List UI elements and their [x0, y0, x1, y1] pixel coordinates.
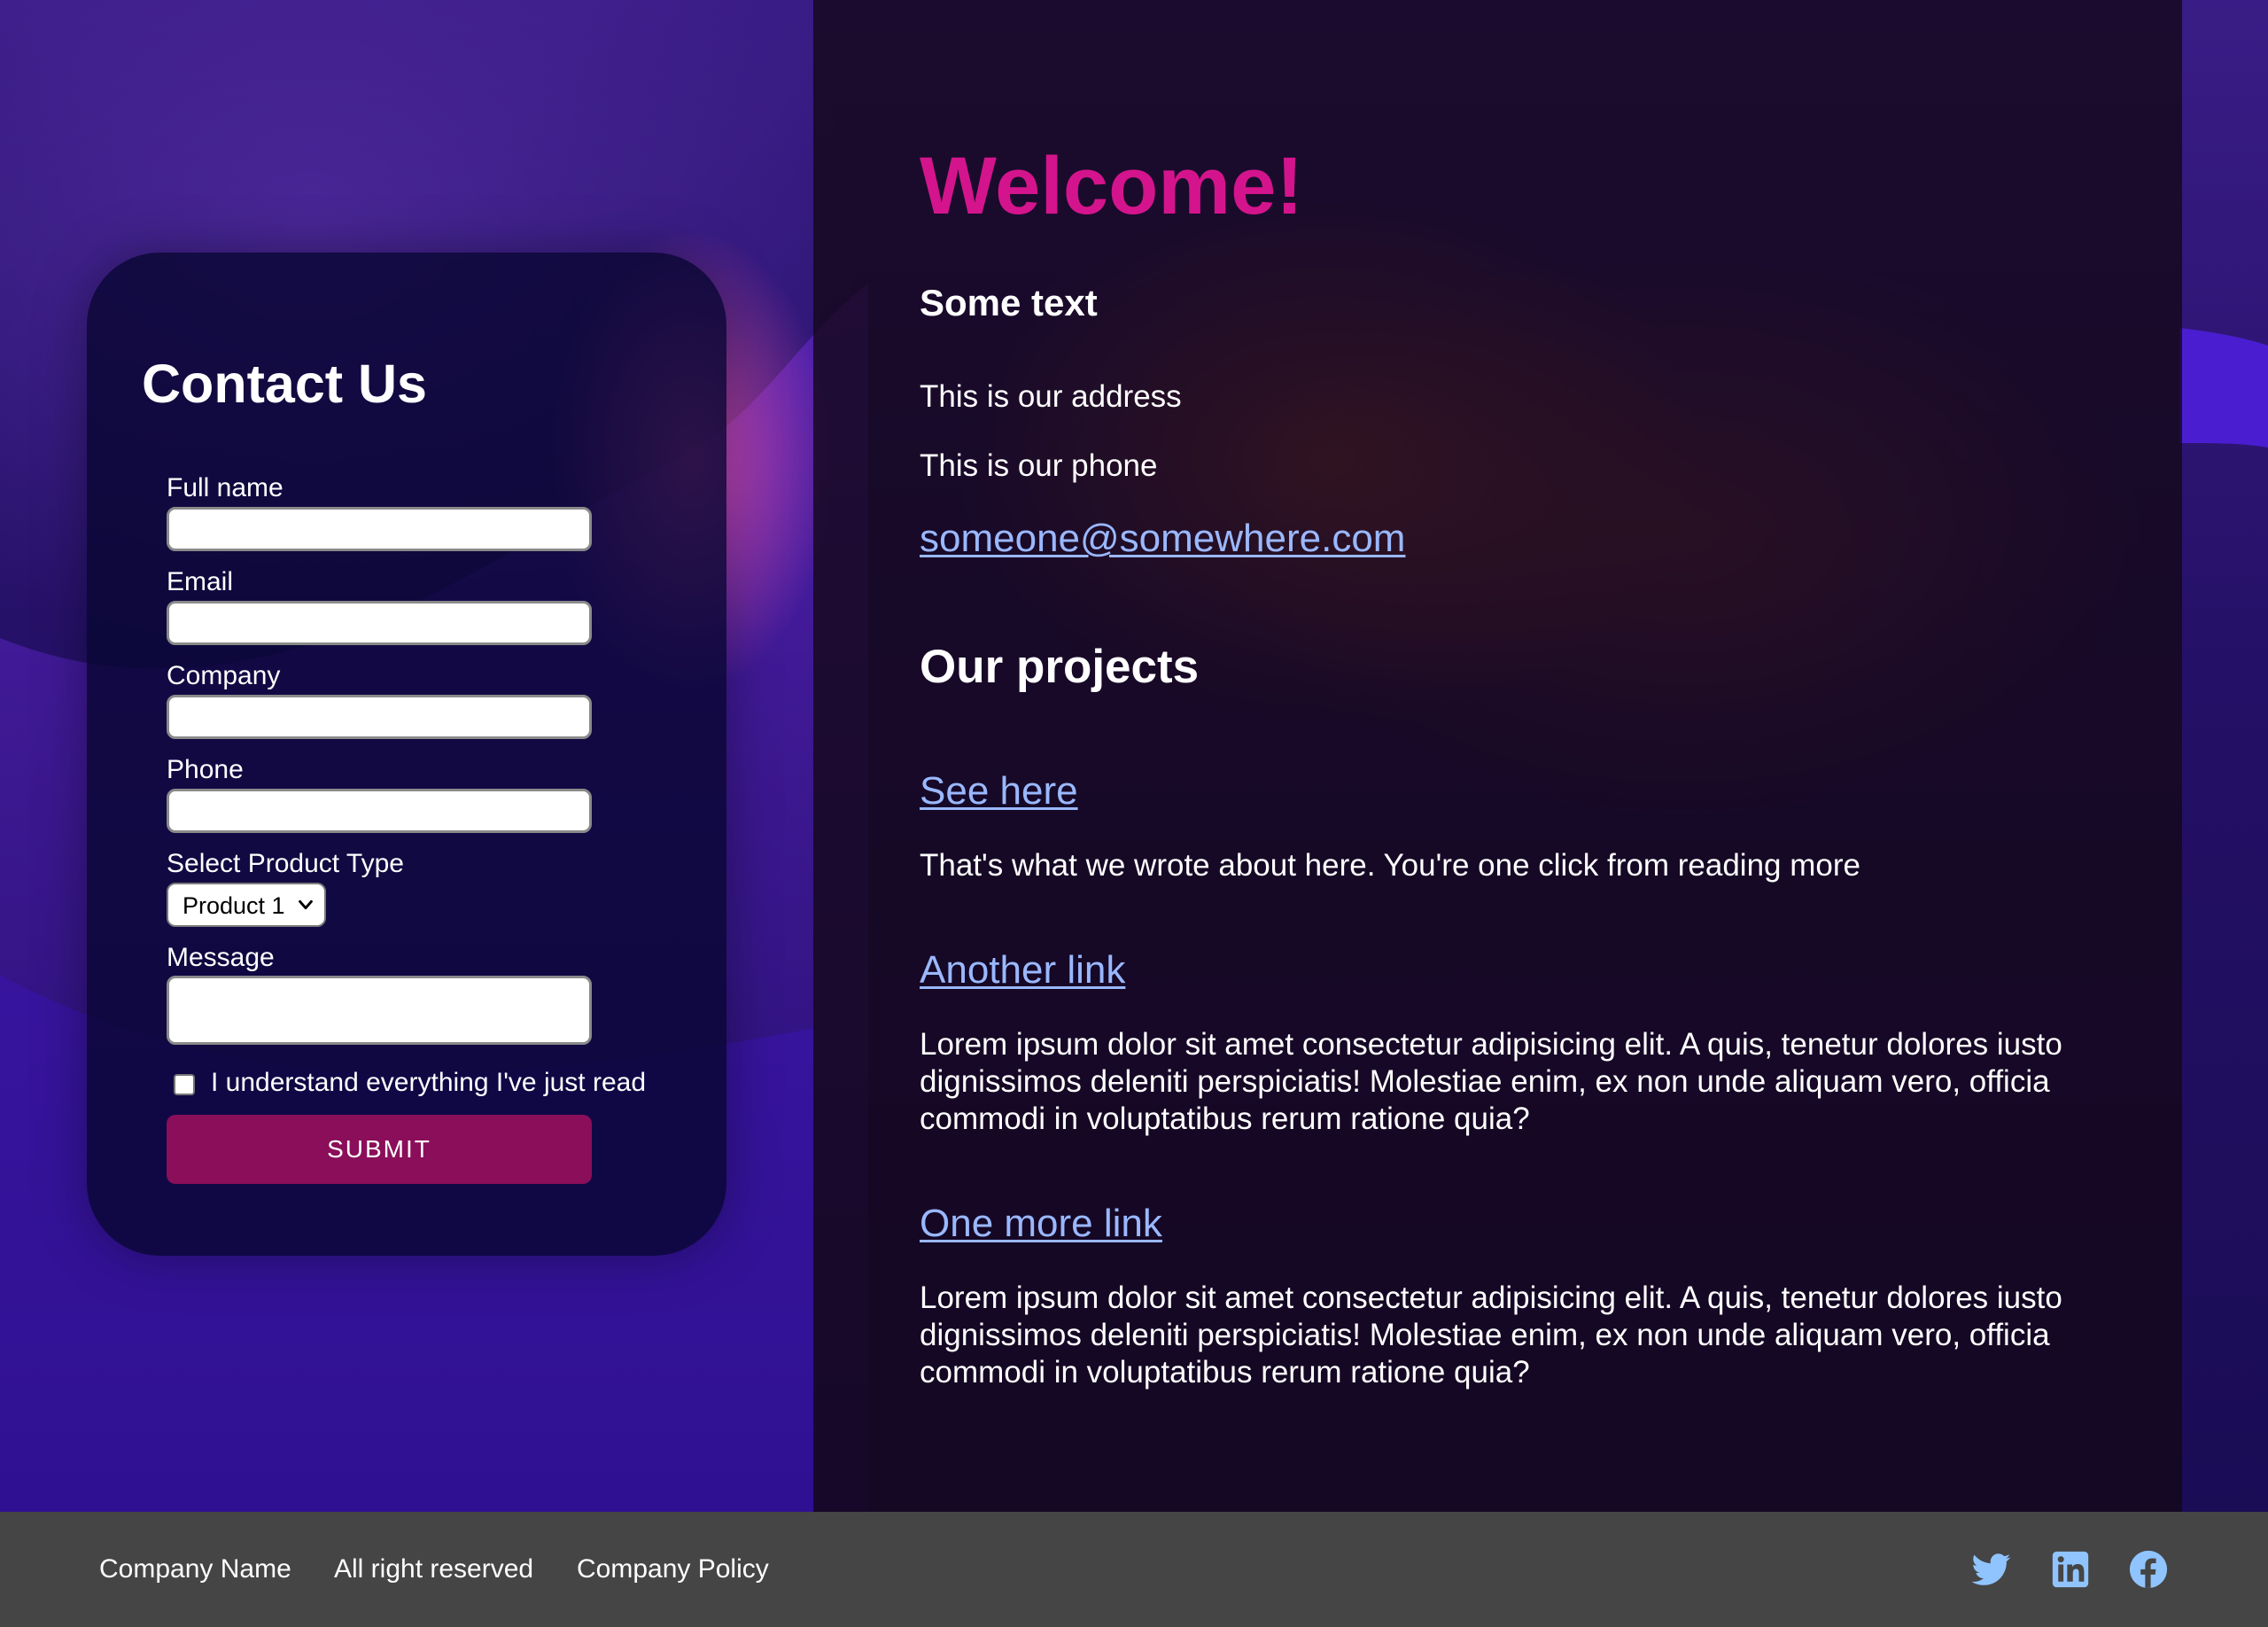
footer-rights[interactable]: All right reserved	[334, 1554, 533, 1584]
email-label: Email	[167, 567, 234, 596]
product-type-label: Select Product Type	[167, 849, 404, 878]
agreement-checkbox-label: I understand everything I've just read	[211, 1068, 647, 1097]
project-description: Lorem ipsum dolor sit amet consectetur a…	[920, 1281, 2062, 1390]
submit-button[interactable]: SUBMIT	[167, 1115, 592, 1184]
twitter-icon[interactable]	[1972, 1550, 2011, 1589]
footer: Company Name All right reserved Company …	[0, 1512, 2268, 1627]
project-description: Lorem ipsum dolor sit amet consectetur a…	[920, 1027, 2062, 1136]
full-name-input[interactable]	[167, 507, 592, 551]
project-description: That's what we wrote about here. You're …	[920, 848, 1860, 883]
company-input[interactable]	[167, 695, 592, 739]
phone-input[interactable]	[167, 789, 592, 833]
welcome-heading: Welcome!	[920, 141, 1303, 231]
message-textarea[interactable]	[167, 976, 592, 1045]
phone-text: This is our phone	[920, 448, 1158, 483]
agreement-checkbox[interactable]	[174, 1074, 195, 1095]
linkedin-icon[interactable]	[2051, 1550, 2090, 1589]
email-link[interactable]: someone@somewhere.com	[920, 517, 1405, 561]
product-type-selected: Product 1	[183, 892, 285, 919]
phone-label: Phone	[167, 755, 244, 784]
footer-company-policy[interactable]: Company Policy	[577, 1554, 769, 1584]
projects-heading: Our projects	[920, 641, 1200, 693]
project-link-one-more[interactable]: One more link	[920, 1202, 1162, 1246]
full-name-label: Full name	[167, 473, 284, 502]
chevron-down-icon	[299, 899, 313, 910]
project-link-see-here[interactable]: See here	[920, 769, 1078, 814]
facebook-icon[interactable]	[2129, 1550, 2168, 1589]
product-type-select[interactable]: Product 1	[167, 883, 326, 927]
footer-company-name[interactable]: Company Name	[99, 1554, 291, 1584]
address-text: This is our address	[920, 379, 1182, 414]
message-label: Message	[167, 943, 275, 972]
company-label: Company	[167, 661, 281, 690]
contact-title: Contact Us	[142, 354, 427, 414]
some-text-heading: Some text	[920, 282, 1098, 323]
project-link-another[interactable]: Another link	[920, 948, 1125, 993]
email-input[interactable]	[167, 601, 592, 645]
